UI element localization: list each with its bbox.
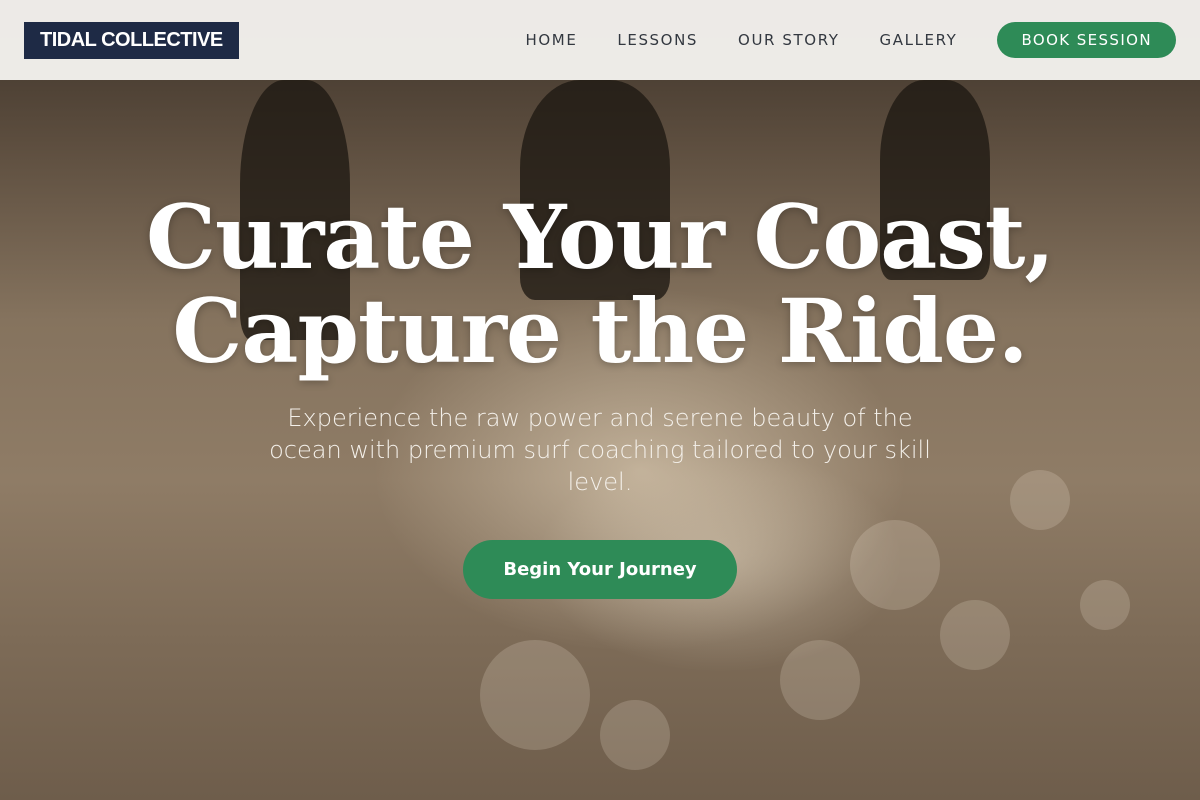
- hero-title-line1: Curate Your Coast,: [145, 185, 1055, 289]
- hero-section: Curate Your Coast, Capture the Ride. Exp…: [0, 190, 1200, 599]
- nav-link-home[interactable]: HOME: [526, 31, 578, 49]
- nav-link-our-story[interactable]: OUR STORY: [738, 31, 840, 49]
- hero-title-line2: Capture the Ride.: [172, 279, 1028, 383]
- brand-logo[interactable]: TIDAL COLLECTIVE: [24, 21, 239, 59]
- nav-link-lessons[interactable]: LESSONS: [617, 31, 698, 49]
- nav-link-gallery[interactable]: GALLERY: [880, 31, 958, 49]
- begin-journey-button[interactable]: Begin Your Journey: [463, 540, 737, 599]
- book-session-button[interactable]: BOOK SESSION: [997, 22, 1176, 58]
- hero-title: Curate Your Coast, Capture the Ride.: [146, 190, 1055, 378]
- hero-subtitle: Experience the raw power and serene beau…: [269, 404, 931, 496]
- top-navbar: TIDAL COLLECTIVE HOME LESSONS OUR STORY …: [0, 0, 1200, 80]
- nav-links: HOME LESSONS OUR STORY GALLERY BOOK SESS…: [486, 22, 1176, 58]
